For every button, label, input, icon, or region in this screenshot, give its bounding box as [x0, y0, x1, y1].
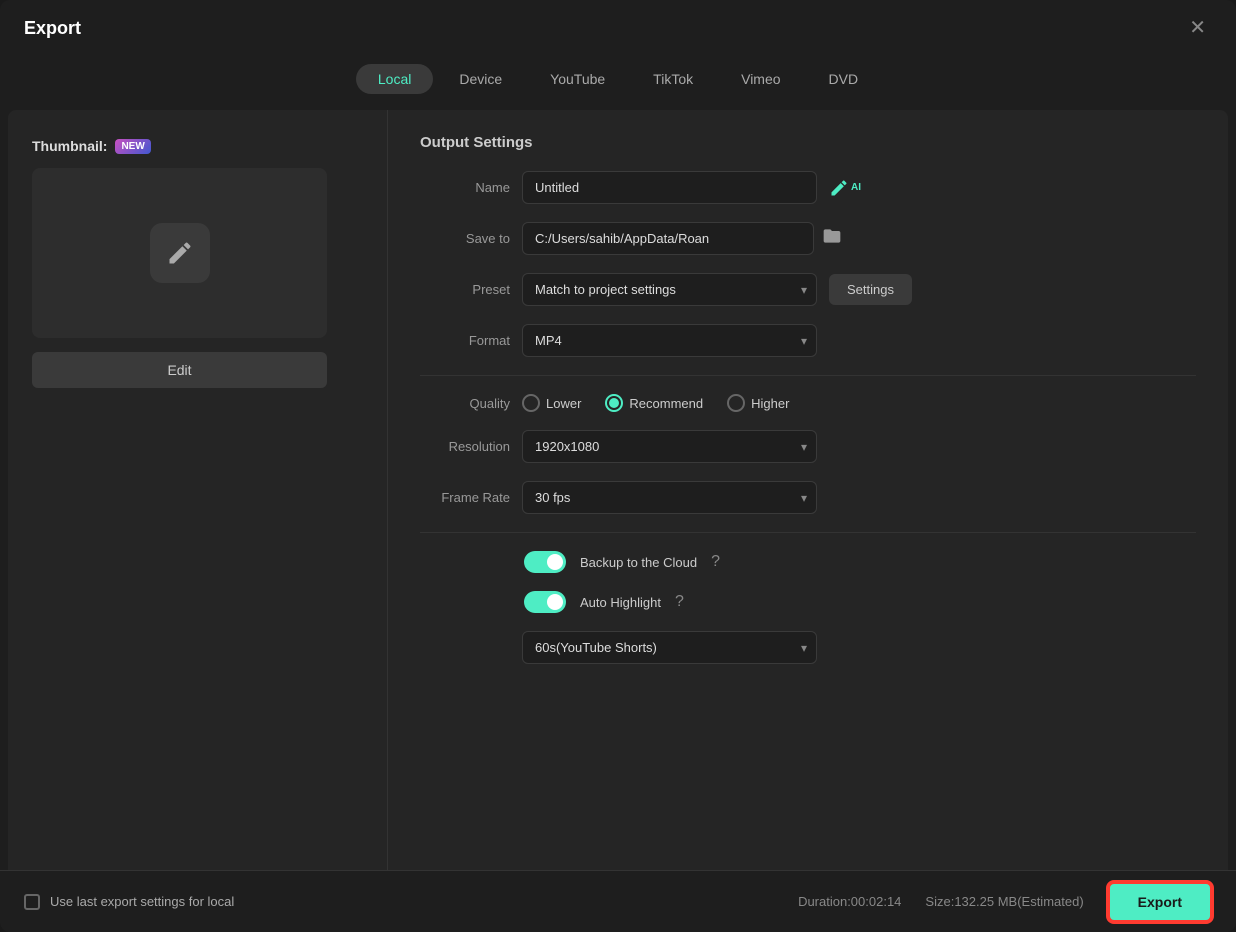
bottom-right: Duration:00:02:14 Size:132.25 MB(Estimat… — [798, 882, 1212, 922]
pencil-icon — [166, 239, 194, 267]
thumbnail-label-text: Thumbnail: — [32, 138, 107, 154]
highlight-duration-row: 60s(YouTube Shorts) ▾ — [420, 631, 1196, 664]
backup-row: Backup to the Cloud ? — [420, 551, 1196, 573]
last-export-section: Use last export settings for local — [24, 894, 234, 910]
auto-highlight-label: Auto Highlight — [580, 595, 661, 610]
edit-button[interactable]: Edit — [32, 352, 327, 388]
quality-recommend[interactable]: Recommend — [605, 394, 703, 412]
preset-select[interactable]: Match to project settings — [522, 273, 817, 306]
auto-highlight-toggle[interactable] — [524, 591, 566, 613]
export-dialog: Export ✕ Local Device YouTube TikTok Vim… — [0, 0, 1236, 932]
bottom-bar: Use last export settings for local Durat… — [0, 870, 1236, 932]
output-settings-title: Output Settings — [420, 134, 1196, 151]
save-to-controls — [522, 222, 842, 255]
highlight-duration-select[interactable]: 60s(YouTube Shorts) — [522, 631, 817, 664]
quality-label: Quality — [420, 396, 510, 411]
thumbnail-edit-icon — [150, 223, 210, 283]
new-badge: NEW — [115, 139, 150, 154]
folder-icon[interactable] — [822, 226, 842, 251]
format-row: Format MP4 ▾ — [420, 324, 1196, 357]
settings-button[interactable]: Settings — [829, 274, 912, 305]
backup-label: Backup to the Cloud — [580, 555, 697, 570]
last-export-checkbox[interactable] — [24, 894, 40, 910]
quality-recommend-label: Recommend — [629, 396, 703, 411]
ai-label: AI — [851, 182, 861, 193]
tab-dvd[interactable]: DVD — [807, 64, 881, 94]
quality-lower-label: Lower — [546, 396, 581, 411]
format-label: Format — [420, 333, 510, 348]
backup-toggle-thumb — [547, 554, 563, 570]
close-button[interactable]: ✕ — [1183, 16, 1212, 40]
format-select-wrapper: MP4 ▾ — [522, 324, 817, 357]
preset-select-wrapper: Match to project settings ▾ — [522, 273, 817, 306]
export-button[interactable]: Export — [1108, 882, 1212, 922]
dialog-title: Export — [24, 18, 81, 39]
divider-2 — [420, 532, 1196, 533]
save-to-label: Save to — [420, 231, 510, 246]
thumbnail-preview — [32, 168, 327, 338]
tab-device[interactable]: Device — [437, 64, 524, 94]
resolution-select-wrapper: 1920x1080 ▾ — [522, 430, 817, 463]
left-panel: Thumbnail: NEW Edit — [8, 110, 388, 870]
tab-local[interactable]: Local — [356, 64, 433, 94]
resolution-row: Resolution 1920x1080 ▾ — [420, 430, 1196, 463]
preset-row: Preset Match to project settings ▾ Setti… — [420, 273, 1196, 306]
highlight-duration-wrapper: 60s(YouTube Shorts) ▾ — [522, 631, 817, 664]
resolution-label: Resolution — [420, 439, 510, 454]
format-select[interactable]: MP4 — [522, 324, 817, 357]
title-bar: Export ✕ — [0, 0, 1236, 56]
last-export-label: Use last export settings for local — [50, 894, 234, 909]
duration-text: Duration:00:02:14 — [798, 894, 901, 909]
quality-higher[interactable]: Higher — [727, 394, 789, 412]
save-to-row: Save to — [420, 222, 1196, 255]
auto-highlight-toggle-thumb — [547, 594, 563, 610]
ai-icon[interactable]: AI — [829, 178, 861, 198]
quality-row: Quality Lower Recommend Higher — [420, 394, 1196, 412]
size-text: Size:132.25 MB(Estimated) — [925, 894, 1083, 909]
tab-vimeo[interactable]: Vimeo — [719, 64, 802, 94]
auto-highlight-row: Auto Highlight ? — [420, 591, 1196, 613]
quality-higher-label: Higher — [751, 396, 789, 411]
frame-rate-row: Frame Rate 30 fps ▾ — [420, 481, 1196, 514]
frame-rate-label: Frame Rate — [420, 490, 510, 505]
ai-pencil-icon — [829, 178, 849, 198]
tab-bar: Local Device YouTube TikTok Vimeo DVD — [0, 56, 1236, 110]
frame-rate-select[interactable]: 30 fps — [522, 481, 817, 514]
name-row: Name AI — [420, 171, 1196, 204]
main-content: Thumbnail: NEW Edit Output Settings Name — [8, 110, 1228, 870]
quality-lower-radio — [522, 394, 540, 412]
name-label: Name — [420, 180, 510, 195]
resolution-select[interactable]: 1920x1080 — [522, 430, 817, 463]
divider-1 — [420, 375, 1196, 376]
tab-youtube[interactable]: YouTube — [528, 64, 627, 94]
quality-recommend-inner — [609, 398, 619, 408]
quality-lower[interactable]: Lower — [522, 394, 581, 412]
quality-recommend-radio — [605, 394, 623, 412]
auto-highlight-help-icon[interactable]: ? — [675, 593, 684, 611]
right-panel: Output Settings Name AI Save to — [388, 110, 1228, 870]
thumbnail-header: Thumbnail: NEW — [32, 138, 363, 154]
backup-help-icon[interactable]: ? — [711, 553, 720, 571]
backup-toggle[interactable] — [524, 551, 566, 573]
tab-tiktok[interactable]: TikTok — [631, 64, 715, 94]
preset-label: Preset — [420, 282, 510, 297]
quality-options: Lower Recommend Higher — [522, 394, 789, 412]
frame-rate-select-wrapper: 30 fps ▾ — [522, 481, 817, 514]
quality-higher-radio — [727, 394, 745, 412]
name-input[interactable] — [522, 171, 817, 204]
save-to-input[interactable] — [522, 222, 814, 255]
